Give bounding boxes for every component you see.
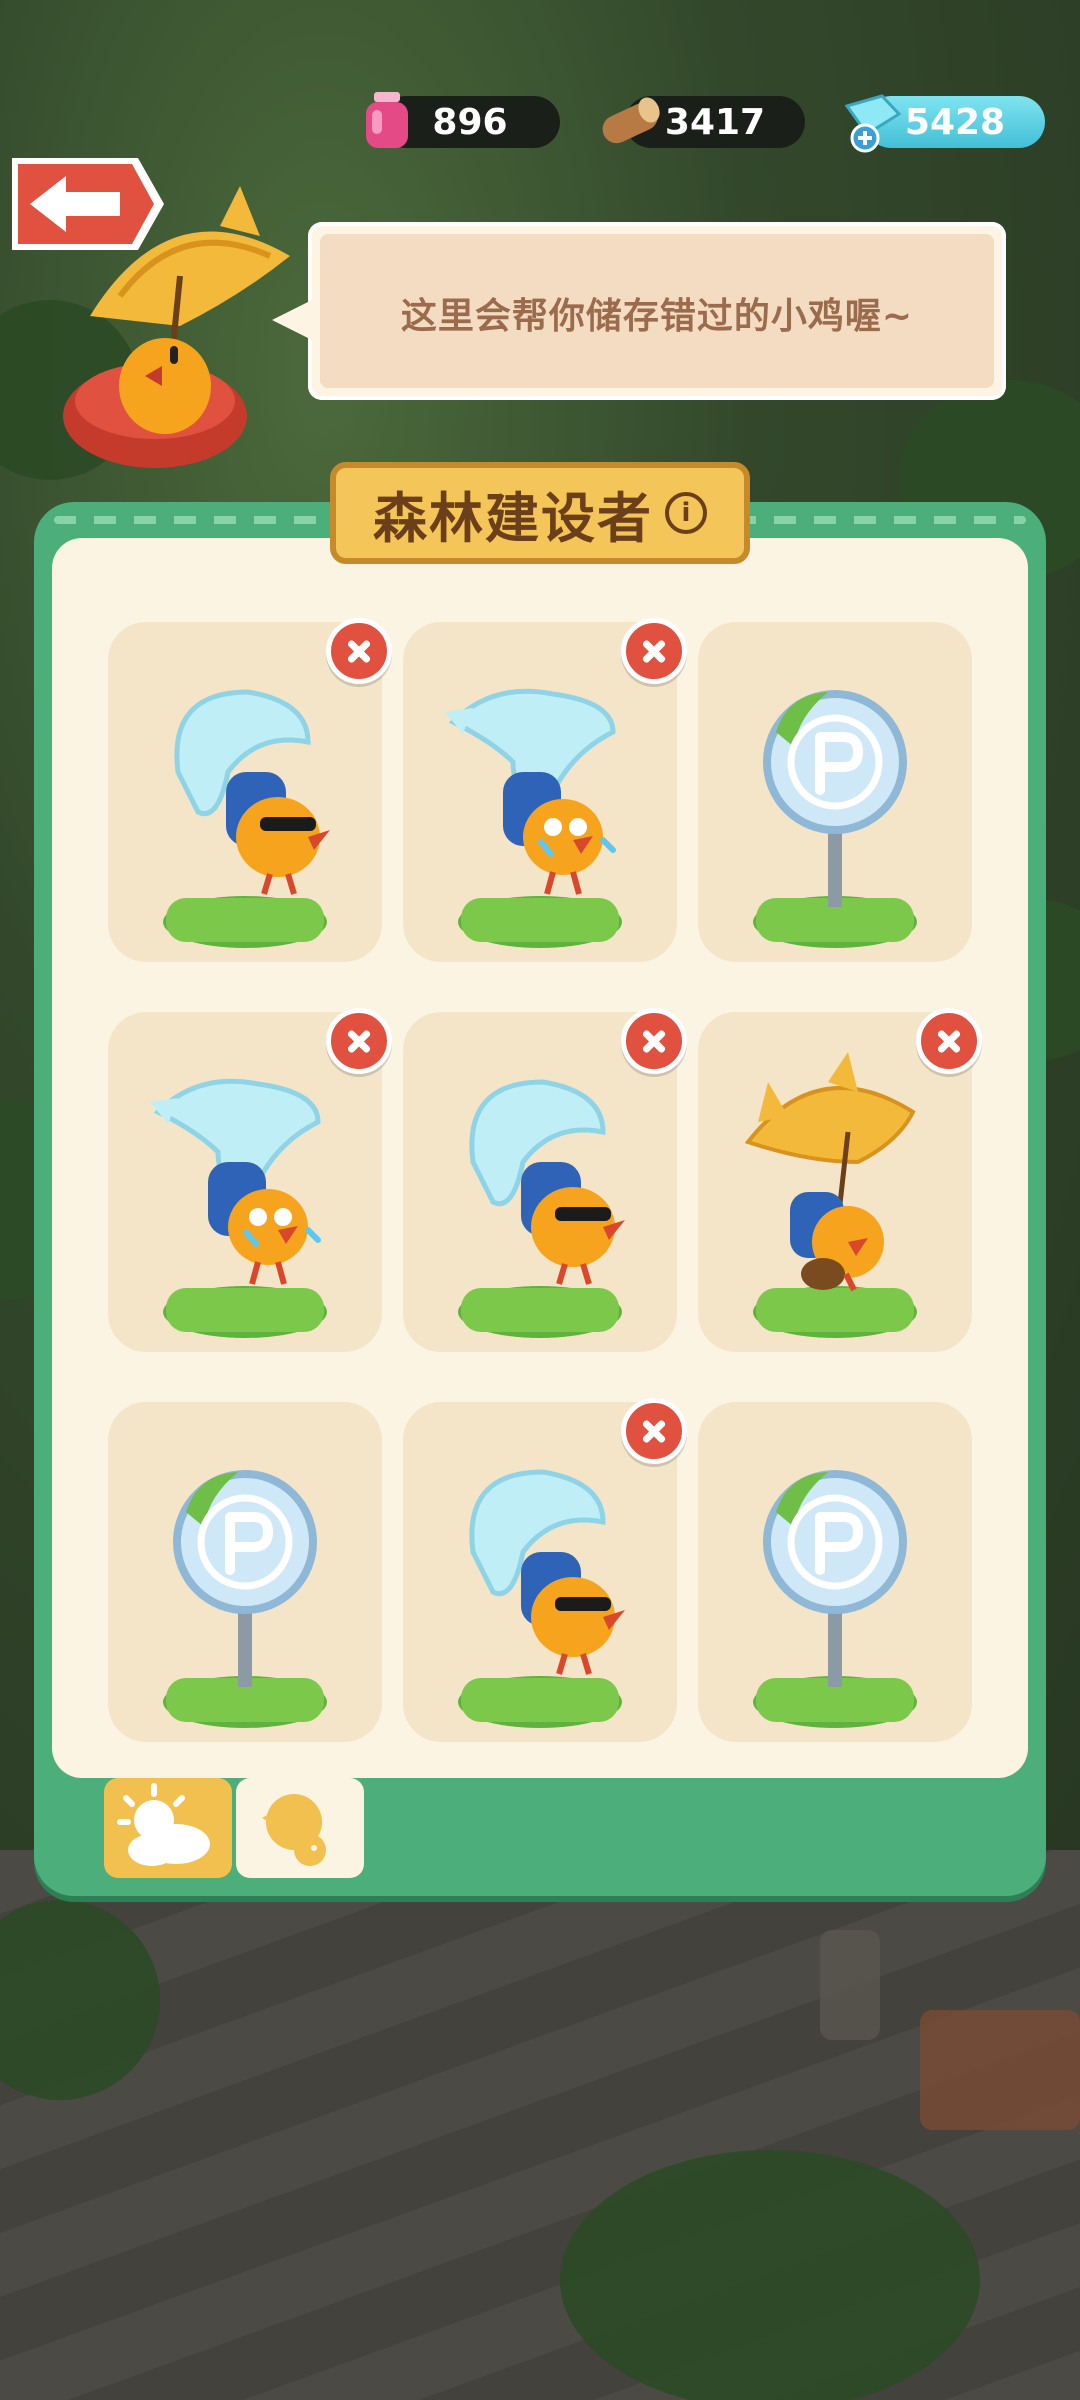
potion-counter: 896 bbox=[366, 92, 560, 148]
speech-bubble: 这里会帮你储存错过的小鸡喔~ bbox=[308, 222, 1006, 400]
sun-cloud-icon bbox=[117, 1783, 210, 1866]
remove-chick-button[interactable] bbox=[621, 618, 687, 684]
speech-text: 这里会帮你储存错过的小鸡喔~ bbox=[400, 296, 914, 337]
remove-chick-button[interactable] bbox=[326, 618, 392, 684]
storage-slot[interactable] bbox=[698, 622, 972, 962]
remove-chick-button[interactable] bbox=[916, 1008, 982, 1074]
storage-slot[interactable] bbox=[108, 1402, 382, 1742]
wood-counter: 3417 bbox=[602, 96, 805, 148]
parking-sign-icon bbox=[753, 1470, 917, 1728]
storage-slot[interactable] bbox=[698, 1402, 972, 1742]
potion-count: 896 bbox=[432, 101, 508, 143]
parking-sign-icon bbox=[163, 1470, 327, 1728]
gem-counter[interactable]: 5428 bbox=[844, 94, 1045, 153]
speech-bubble-tail bbox=[272, 300, 312, 340]
panel-title: 森林建设者 bbox=[373, 486, 653, 550]
info-icon[interactable]: i bbox=[665, 492, 707, 534]
panel-title-banner: 森林建设者 i bbox=[330, 462, 750, 564]
remove-chick-button[interactable] bbox=[326, 1008, 392, 1074]
tab-weather[interactable] bbox=[104, 1778, 232, 1878]
parking-sign-icon bbox=[753, 690, 917, 948]
remove-chick-button[interactable] bbox=[621, 1398, 687, 1464]
npc-chick-with-umbrella bbox=[63, 186, 290, 468]
tab-chicks[interactable] bbox=[236, 1778, 364, 1878]
wood-count: 3417 bbox=[664, 101, 766, 143]
gem-count: 5428 bbox=[904, 101, 1006, 143]
chick-silhouette-icon bbox=[262, 1794, 326, 1866]
remove-chick-button[interactable] bbox=[621, 1008, 687, 1074]
